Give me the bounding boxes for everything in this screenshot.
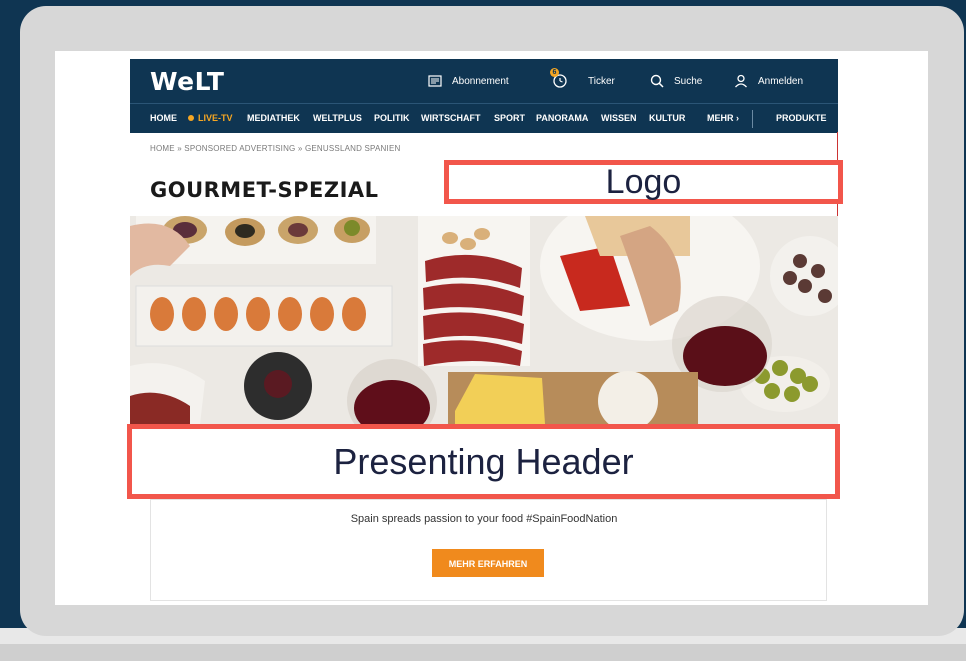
ticker-link[interactable]: 6 Ticker — [550, 59, 615, 103]
nav-live-tv[interactable]: LIVE-TV — [188, 104, 233, 133]
page-title: GOURMET-SPEZIAL — [150, 178, 379, 202]
suche-link[interactable]: Suche — [650, 59, 702, 103]
nav-panorama[interactable]: PANORAMA — [536, 104, 588, 133]
chevron-right-icon: › — [736, 113, 740, 123]
ticker-label: Ticker — [588, 75, 615, 87]
anmelden-link[interactable]: Anmelden — [734, 59, 803, 103]
hero-image — [130, 216, 838, 424]
main-navigation: HOME LIVE-TV MEDIATHEK WELTPLUS POLITIK … — [130, 103, 838, 133]
nav-live-tv-label: LIVE-TV — [198, 113, 233, 123]
live-dot-icon — [188, 114, 194, 121]
ticker-icon-wrap: 6 — [550, 67, 578, 91]
tapas-spread-image — [130, 216, 838, 424]
suche-label: Suche — [674, 75, 703, 87]
newspaper-icon — [428, 75, 442, 87]
user-icon — [735, 74, 747, 88]
nav-mediathek[interactable]: MEDIATHEK — [247, 104, 300, 133]
nav-mehr[interactable]: MEHR › — [707, 104, 739, 133]
promo-tagline: Spain spreads passion to your food #Spai… — [350, 513, 618, 525]
nav-sport[interactable]: SPORT — [494, 104, 525, 133]
ticker-badge: 6 — [550, 67, 559, 77]
website: WeLT Abonnement 6 Ticker Suche Anmelden … — [130, 59, 838, 605]
nav-wissen[interactable]: WISSEN — [601, 104, 637, 133]
background-floor-strip — [0, 644, 966, 661]
presenting-header-annotation: Presenting Header — [127, 424, 840, 499]
nav-weltplus[interactable]: WELTPLUS — [313, 104, 362, 133]
mehr-erfahren-button[interactable]: MEHR ERFAHREN — [432, 549, 544, 577]
top-bar: WeLT Abonnement 6 Ticker Suche Anmelden — [130, 59, 838, 103]
nav-kultur[interactable]: KULTUR — [649, 104, 685, 133]
breadcrumb: HOME » SPONSORED ADVERTISING » GENUSSLAN… — [150, 144, 401, 153]
nav-politik[interactable]: POLITIK — [374, 104, 410, 133]
abonnement-label: Abonnement — [452, 75, 509, 87]
nav-mehr-label: MEHR — [707, 113, 734, 123]
logo-annotation: Logo — [444, 160, 843, 204]
abonnement-link[interactable]: Abonnement — [428, 59, 509, 103]
welt-logo[interactable]: WeLT — [150, 67, 225, 96]
nav-divider — [752, 110, 753, 128]
nav-home[interactable]: HOME — [150, 104, 177, 133]
nav-produkte[interactable]: PRODUKTE — [776, 104, 827, 133]
search-icon — [650, 74, 664, 88]
anmelden-label: Anmelden — [758, 75, 804, 87]
nav-wirtschaft[interactable]: WIRTSCHAFT — [421, 104, 481, 133]
